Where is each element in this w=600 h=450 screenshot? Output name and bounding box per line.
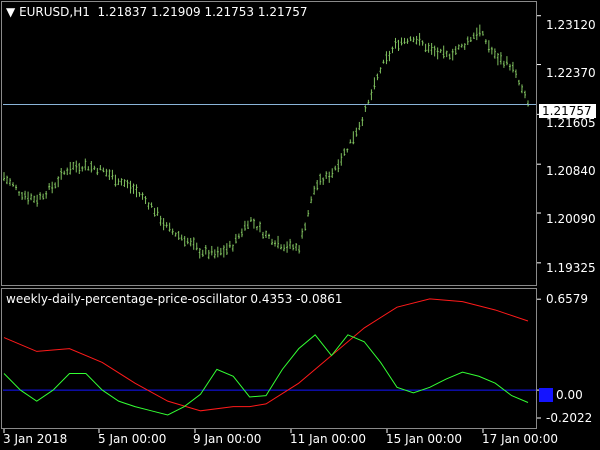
price-scale-label: 1.20090 [546,212,596,226]
osc-scale-label: 0.6579 [546,292,588,306]
time-axis-label: 3 Jan 2018 [3,432,68,446]
price-scale-label: 1.20840 [546,164,596,178]
time-axis-label: 11 Jan 00:00 [290,432,366,446]
price-scale-label: 1.19325 [546,261,596,275]
time-axis-label: 17 Jan 00:00 [482,432,558,446]
oscillator-line [3,334,529,416]
indicator-value-1: 0.4353 [250,292,293,306]
price-scale-label: 1.23120 [546,18,596,32]
indicator-name: weekly-daily-percentage-price-oscillator [6,292,247,306]
time-axis-label: 5 Jan 00:00 [98,432,167,446]
price-scale-label: 1.22370 [546,66,596,80]
zero-level-marker [539,388,553,402]
time-axis-label: 15 Jan 00:00 [386,432,462,446]
price-scale-label: 1.21605 [546,116,596,130]
indicator-header: weekly-daily-percentage-price-oscillator… [6,292,343,306]
dropdown-triangle-icon[interactable]: ▼ [6,5,15,19]
indicator-value-2: -0.0861 [296,292,343,306]
chart-canvas [3,15,541,433]
osc-scale-label: 0.00 [556,388,583,402]
close-price: 1.21757 [257,5,308,19]
current-price-badge: 1.21757 [539,104,596,118]
high-price: 1.21909 [150,5,201,19]
low-price: 1.21753 [204,5,255,19]
symbol-header: ▼ EURUSD,H1 1.21837 1.21909 1.21753 1.21… [6,5,308,19]
osc-scale-label: -0.2022 [546,411,593,425]
signal-line [3,298,529,412]
symbol-label: EURUSD,H1 [19,5,90,19]
time-axis-label: 9 Jan 00:00 [193,432,262,446]
open-price: 1.21837 [97,5,148,19]
